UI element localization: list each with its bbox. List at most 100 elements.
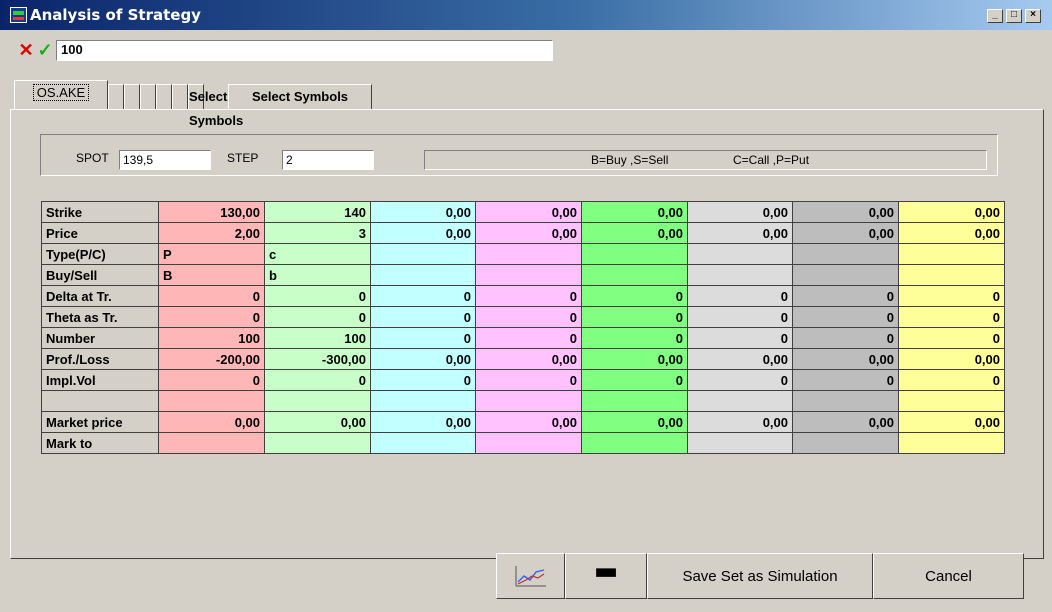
- grid-cell[interactable]: 0,00: [687, 201, 793, 223]
- grid-cell[interactable]: b: [264, 264, 371, 286]
- grid-cell[interactable]: 0: [581, 306, 688, 328]
- grid-cell[interactable]: [475, 264, 582, 286]
- grid-cell[interactable]: [370, 432, 476, 454]
- save-set-button[interactable]: Save Set as Simulation: [647, 553, 873, 599]
- grid-cell[interactable]: [898, 390, 1005, 412]
- grid-cell[interactable]: 0,00: [792, 411, 899, 433]
- grid-cell[interactable]: 0: [264, 285, 371, 307]
- grid-cell[interactable]: 100: [158, 327, 265, 349]
- cancel-button[interactable]: Cancel: [873, 553, 1024, 599]
- grid-cell[interactable]: 0,00: [370, 222, 476, 244]
- grid-cell[interactable]: 0: [370, 369, 476, 391]
- grid-cell[interactable]: 0: [370, 327, 476, 349]
- grid-cell[interactable]: 100: [264, 327, 371, 349]
- grid-cell[interactable]: [687, 432, 793, 454]
- tab-empty-3[interactable]: [140, 84, 156, 110]
- grid-cell[interactable]: [158, 432, 265, 454]
- grid-cell[interactable]: 0,00: [581, 411, 688, 433]
- grid-cell[interactable]: 0: [687, 327, 793, 349]
- grid-cell[interactable]: 0,00: [581, 348, 688, 370]
- grid-cell[interactable]: 0: [792, 369, 899, 391]
- grid-cell[interactable]: -200,00: [158, 348, 265, 370]
- grid-cell[interactable]: 0: [687, 306, 793, 328]
- minimize-button[interactable]: _: [987, 9, 1003, 23]
- grid-cell[interactable]: 0,00: [898, 222, 1005, 244]
- grid-cell[interactable]: [581, 264, 688, 286]
- grid-cell[interactable]: [581, 432, 688, 454]
- grid-cell[interactable]: [792, 432, 899, 454]
- grid-cell[interactable]: 130,00: [158, 201, 265, 223]
- value-input[interactable]: 100: [56, 40, 553, 61]
- grid-cell[interactable]: B: [158, 264, 265, 286]
- tab-empty-2[interactable]: [124, 84, 140, 110]
- grid-cell[interactable]: 0: [475, 327, 582, 349]
- grid-cell[interactable]: 0: [687, 285, 793, 307]
- grid-cell[interactable]: 0: [158, 369, 265, 391]
- grid-cell[interactable]: P: [158, 243, 265, 265]
- grid-cell[interactable]: 0: [475, 369, 582, 391]
- grid-cell[interactable]: c: [264, 243, 371, 265]
- grid-cell[interactable]: [581, 390, 688, 412]
- grid-cell[interactable]: 0: [581, 369, 688, 391]
- spot-input[interactable]: 139,5: [119, 150, 211, 170]
- grid-cell[interactable]: 0,00: [158, 411, 265, 433]
- grid-cell[interactable]: 0,00: [475, 222, 582, 244]
- grid-cell[interactable]: 0,00: [370, 348, 476, 370]
- grid-cell[interactable]: 0,00: [475, 411, 582, 433]
- confirm-edit-icon[interactable]: ✓: [36, 40, 54, 60]
- grid-cell[interactable]: 0: [264, 306, 371, 328]
- grid-cell[interactable]: 0: [264, 369, 371, 391]
- grid-cell[interactable]: 0,00: [792, 222, 899, 244]
- grid-cell[interactable]: 0: [158, 306, 265, 328]
- find-button[interactable]: ▀▀: [565, 553, 647, 599]
- grid-cell[interactable]: [475, 243, 582, 265]
- grid-cell[interactable]: 0,00: [687, 411, 793, 433]
- close-button[interactable]: ×: [1025, 9, 1041, 23]
- grid-cell[interactable]: [158, 390, 265, 412]
- grid-cell[interactable]: 0: [475, 285, 582, 307]
- grid-cell[interactable]: [792, 264, 899, 286]
- grid-cell[interactable]: [792, 390, 899, 412]
- grid-cell[interactable]: 2,00: [158, 222, 265, 244]
- tab-empty-6[interactable]: Select Symbols: [188, 84, 243, 128]
- grid-cell[interactable]: [475, 432, 582, 454]
- tab-select-symbols[interactable]: Select Symbols: [228, 84, 372, 110]
- grid-cell[interactable]: 0: [475, 306, 582, 328]
- grid-cell[interactable]: [898, 432, 1005, 454]
- grid-cell[interactable]: [264, 390, 371, 412]
- grid-cell[interactable]: 0,00: [475, 348, 582, 370]
- grid-cell[interactable]: 0,00: [792, 201, 899, 223]
- grid-cell[interactable]: 0: [158, 285, 265, 307]
- grid-cell[interactable]: [370, 390, 476, 412]
- grid-cell[interactable]: 0,00: [687, 348, 793, 370]
- grid-cell[interactable]: [475, 390, 582, 412]
- tab-osake[interactable]: OS.AKE: [14, 80, 108, 110]
- grid-cell[interactable]: [687, 264, 793, 286]
- grid-cell[interactable]: [687, 390, 793, 412]
- grid-cell[interactable]: 0: [370, 285, 476, 307]
- chart-button[interactable]: [496, 553, 565, 599]
- grid-cell[interactable]: 0,00: [898, 411, 1005, 433]
- grid-cell[interactable]: [581, 243, 688, 265]
- grid-cell[interactable]: 0: [898, 285, 1005, 307]
- grid-cell[interactable]: [687, 243, 793, 265]
- grid-cell[interactable]: 0,00: [264, 411, 371, 433]
- grid-cell[interactable]: 0: [792, 327, 899, 349]
- grid-cell[interactable]: 140: [264, 201, 371, 223]
- grid-cell[interactable]: 0,00: [898, 348, 1005, 370]
- grid-cell[interactable]: 0,00: [475, 201, 582, 223]
- step-input[interactable]: 2: [282, 150, 374, 170]
- grid-cell[interactable]: 0: [370, 306, 476, 328]
- tab-empty-4[interactable]: [156, 84, 172, 110]
- grid-cell[interactable]: [264, 432, 371, 454]
- grid-cell[interactable]: 0: [687, 369, 793, 391]
- cancel-edit-icon[interactable]: ✕: [17, 40, 35, 60]
- grid-cell[interactable]: 0: [792, 306, 899, 328]
- grid-cell[interactable]: 0: [792, 285, 899, 307]
- grid-cell[interactable]: [370, 264, 476, 286]
- grid-cell[interactable]: 0,00: [792, 348, 899, 370]
- tab-empty-1[interactable]: [108, 84, 124, 110]
- tab-empty-5[interactable]: [172, 84, 188, 110]
- grid-cell[interactable]: 0: [581, 327, 688, 349]
- grid-cell[interactable]: [370, 243, 476, 265]
